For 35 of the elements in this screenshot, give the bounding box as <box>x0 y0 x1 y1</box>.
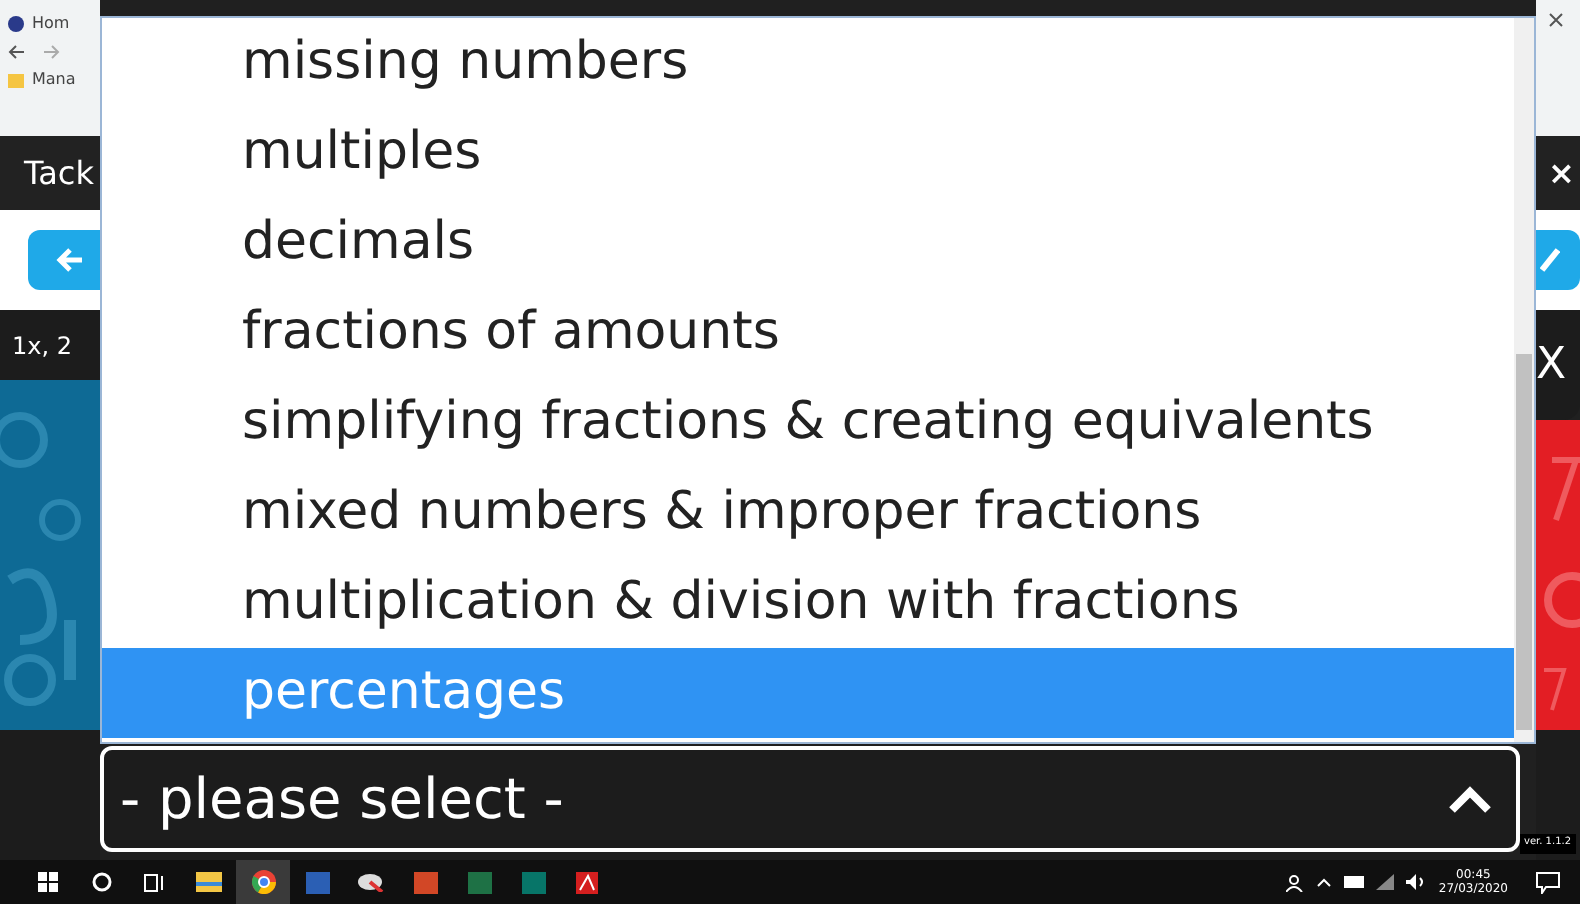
dropdown-option[interactable]: decimals <box>102 198 1514 288</box>
windows-icon[interactable] <box>37 872 57 892</box>
arrow-left-icon <box>56 248 84 272</box>
notification-icon[interactable] <box>1536 871 1560 893</box>
dropdown-option[interactable]: mixed numbers & improper fractions <box>102 468 1514 558</box>
app-title: Tack <box>24 151 94 195</box>
search-icon[interactable] <box>91 872 111 892</box>
dropdown-option[interactable]: missing numbers <box>102 18 1514 108</box>
battery-icon <box>1344 876 1365 888</box>
wifi-icon[interactable] <box>1376 874 1395 890</box>
task-view-icon[interactable] <box>144 873 166 891</box>
paint-app-icon[interactable] <box>358 872 384 892</box>
pdf-app-icon[interactable] <box>576 871 598 893</box>
browser-icon[interactable] <box>251 870 275 894</box>
select-field[interactable]: - please select - <box>100 746 1520 852</box>
site-icon <box>8 16 24 32</box>
scrollbar[interactable] <box>1514 18 1534 742</box>
caret-up-icon[interactable] <box>1316 877 1333 887</box>
people-icon[interactable] <box>1286 873 1305 891</box>
back-button[interactable] <box>28 230 100 290</box>
close-button[interactable]: × <box>1548 149 1575 197</box>
chevron-icon <box>1448 785 1492 813</box>
dropdown-option[interactable]: multiples <box>102 108 1514 198</box>
close-icon[interactable] <box>1548 12 1564 28</box>
dropdown-option[interactable]: simplifying fractions & creating equivalents <box>102 378 1514 468</box>
pencil-icon <box>1540 248 1560 272</box>
dropdown-option[interactable]: multiplication & division with fractions <box>102 558 1514 648</box>
bookmark-link[interactable]: Mana <box>32 68 76 92</box>
folder-icon <box>8 73 24 87</box>
tab-title[interactable]: Hom <box>32 12 70 36</box>
subtitle: 1x, 2 <box>12 329 72 363</box>
volume-icon[interactable] <box>1406 874 1427 890</box>
edit-button[interactable] <box>1536 230 1580 290</box>
dropdown-option[interactable]: fractions of amounts <box>102 288 1514 378</box>
back-icon[interactable] <box>8 44 26 60</box>
